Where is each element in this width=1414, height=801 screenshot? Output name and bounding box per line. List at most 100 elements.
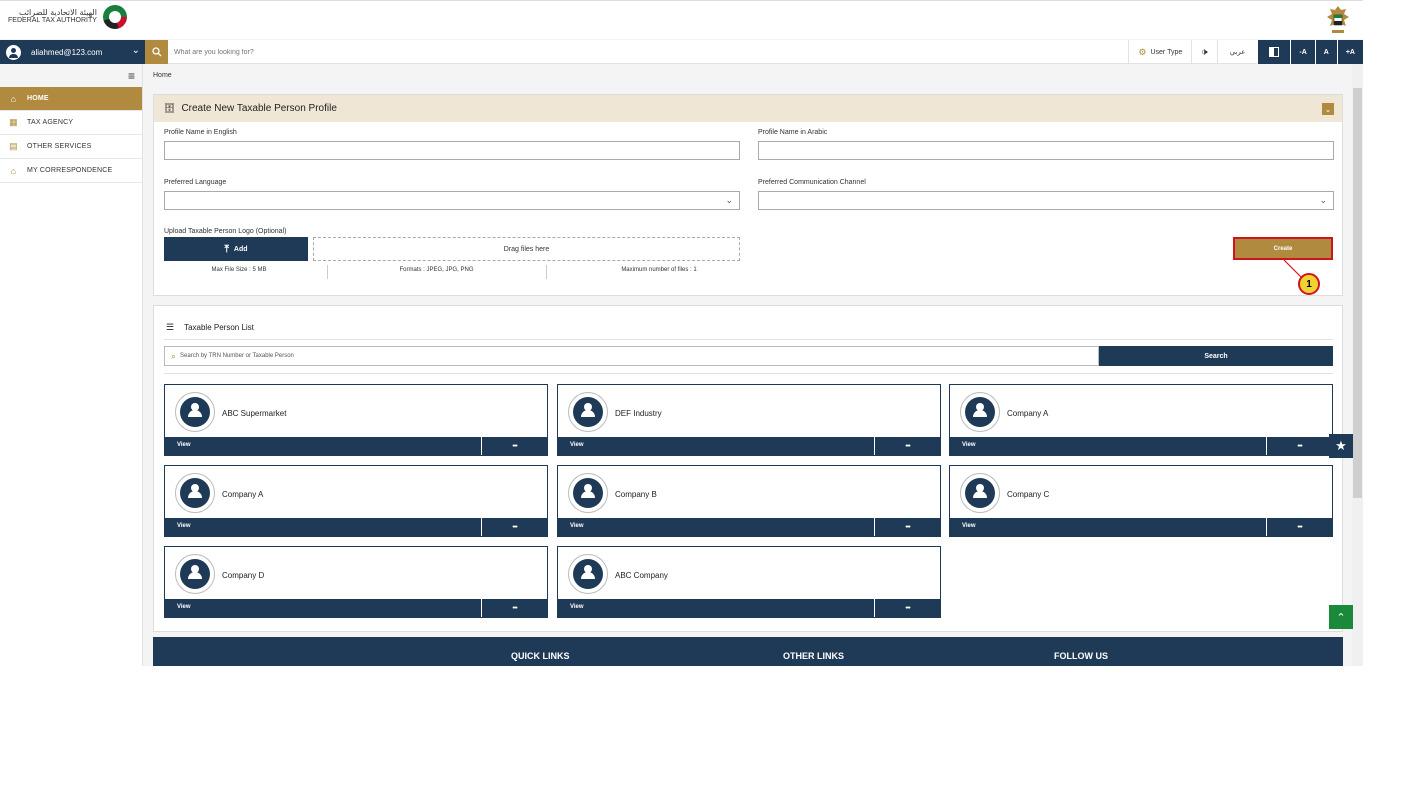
sidebar-item-other-services[interactable]: ▤ OTHER SERVICES (0, 135, 142, 159)
font-decrease-button[interactable]: -A (1290, 40, 1315, 64)
profile-avatar-icon (568, 473, 608, 513)
hamburger-menu-icon[interactable]: ≡ (0, 64, 142, 87)
profile-avatar-icon (568, 554, 608, 594)
more-options-icon[interactable]: ••• (874, 599, 940, 617)
nav-bar: aliahmed@123.com ⌄ ⚙ User Type 🕩 عربي -A… (0, 40, 1363, 64)
font-normal-button[interactable]: A (1314, 40, 1337, 64)
taxable-person-card: Company D View ••• (164, 546, 548, 618)
card-name: Company C (1007, 490, 1050, 499)
gear-icon: ⚙ (1138, 46, 1147, 57)
top-header: الهيئة الاتحادية للضرائب FEDERAL TAX AUT… (0, 0, 1363, 39)
building-icon: ▦ (9, 117, 18, 127)
breadcrumb[interactable]: Home (153, 72, 172, 79)
footer-quick-links: QUICK LINKS (511, 651, 570, 661)
user-type-button[interactable]: ⚙ User Type (1128, 40, 1191, 64)
sidebar: ≡ ⌂ HOME ▦ TAX AGENCY ▤ OTHER SERVICES ⌂… (0, 64, 143, 666)
sidebar-item-home[interactable]: ⌂ HOME (0, 87, 142, 111)
scrollbar-thumb[interactable] (1353, 88, 1362, 498)
search-button[interactable]: Search (1099, 346, 1333, 366)
footer-other-links: OTHER LINKS (783, 651, 845, 661)
taxable-person-card: DEF Industry View ••• (557, 384, 941, 456)
sidebar-item-label: TAX AGENCY (27, 119, 74, 126)
document-icon: ▤ (9, 141, 18, 151)
logo-english-text: FEDERAL TAX AUTHORITY (8, 17, 97, 24)
search-placeholder: Search by TRN Number or Taxable Person (180, 353, 294, 359)
taxable-person-card: Company B View ••• (557, 465, 941, 537)
step-callout-badge: 1 (1298, 273, 1320, 295)
profile-avatar-icon (175, 473, 215, 513)
font-increase-button[interactable]: +A (1336, 40, 1363, 64)
callout-pointer (1283, 259, 1302, 278)
contrast-toggle[interactable] (1257, 40, 1291, 64)
more-options-icon[interactable]: ••• (481, 437, 547, 455)
taxable-person-card: Company C View ••• (949, 465, 1333, 537)
card-name: Company D (222, 571, 265, 580)
user-avatar-icon (6, 44, 21, 60)
card-name: ABC Company (615, 571, 668, 580)
sidebar-item-my-correspondence[interactable]: ⌂ MY CORRESPONDENCE (0, 159, 142, 183)
profile-avatar-icon (175, 554, 215, 594)
card-name: DEF Industry (615, 409, 662, 418)
view-button[interactable]: View (177, 604, 191, 610)
favorites-star-icon[interactable]: ★ (1329, 434, 1353, 458)
view-button[interactable]: View (962, 523, 976, 529)
contrast-icon (1269, 47, 1280, 57)
language-label: عربي (1229, 48, 1246, 56)
taxable-person-card: Company A View ••• (164, 465, 548, 537)
view-button[interactable]: View (570, 604, 584, 610)
view-button[interactable]: View (570, 442, 584, 448)
global-search-input[interactable] (174, 42, 874, 62)
chevron-down-icon: ⌄ (131, 45, 140, 56)
card-name: Company A (222, 490, 264, 499)
user-menu[interactable]: aliahmed@123.com ⌄ (0, 40, 145, 64)
more-options-icon[interactable]: ••• (481, 599, 547, 617)
speaker-button[interactable]: 🕩 (1191, 40, 1216, 64)
more-options-icon[interactable]: ••• (874, 437, 940, 455)
sidebar-item-tax-agency[interactable]: ▦ TAX AGENCY (0, 111, 142, 135)
profile-avatar-icon (568, 392, 608, 432)
uae-emblem-icon (1327, 6, 1349, 33)
create-profile-panel: 🗄 Create New Taxable Person Profile ⌄ Pr… (153, 94, 1343, 296)
search-button[interactable] (145, 40, 168, 64)
speaker-icon: 🕩 (1201, 46, 1208, 58)
view-button[interactable]: View (962, 442, 976, 448)
view-button[interactable]: View (177, 523, 191, 529)
search-icon (151, 47, 161, 57)
divider (164, 339, 1333, 340)
more-options-icon[interactable]: ••• (481, 518, 547, 536)
user-email: aliahmed@123.com (31, 47, 103, 57)
card-name: ABC Supermarket (222, 409, 287, 418)
list-title: Taxable Person List (184, 323, 254, 332)
list-icon: ☰ (166, 322, 175, 332)
card-name: Company B (615, 490, 657, 499)
fta-logo[interactable]: الهيئة الاتحادية للضرائب FEDERAL TAX AUT… (8, 5, 127, 29)
sidebar-item-label: HOME (27, 95, 49, 102)
scroll-to-top-icon[interactable]: ⌃ (1329, 605, 1353, 629)
home-icon: ⌂ (10, 93, 17, 104)
logo-ring-icon (102, 5, 127, 29)
more-options-icon[interactable]: ••• (1266, 518, 1332, 536)
taxable-person-card: ABC Company View ••• (557, 546, 941, 618)
taxable-person-search-input[interactable]: ⌕ Search by TRN Number or Taxable Person (164, 346, 1099, 366)
bank-icon: ⌂ (10, 165, 17, 176)
logo-arabic-text: الهيئة الاتحادية للضرائب (18, 8, 97, 17)
sidebar-item-label: MY CORRESPONDENCE (27, 167, 113, 174)
profile-avatar-icon (175, 392, 215, 432)
more-options-icon[interactable]: ••• (1266, 437, 1332, 455)
view-button[interactable]: View (570, 523, 584, 529)
footer-follow-us: FOLLOW US (1054, 651, 1108, 661)
user-type-label: User Type (1150, 48, 1183, 56)
profile-avatar-icon (960, 392, 1000, 432)
more-options-icon[interactable]: ••• (874, 518, 940, 536)
taxable-person-list-panel: ☰ Taxable Person List ⌕ Search by TRN Nu… (153, 305, 1343, 632)
language-toggle[interactable]: عربي (1216, 40, 1258, 64)
taxable-person-card: ABC Supermarket View ••• (164, 384, 548, 456)
sidebar-item-label: OTHER SERVICES (27, 143, 92, 150)
app-window: الهيئة الاتحادية للضرائب FEDERAL TAX AUT… (0, 0, 1363, 666)
footer: QUICK LINKS OTHER LINKS FOLLOW US (153, 637, 1343, 666)
taxable-person-card: Company A View ••• (949, 384, 1333, 456)
card-name: Company A (1007, 409, 1049, 418)
profile-avatar-icon (960, 473, 1000, 513)
view-button[interactable]: View (177, 442, 191, 448)
page-scrollbar[interactable] (1352, 64, 1363, 666)
